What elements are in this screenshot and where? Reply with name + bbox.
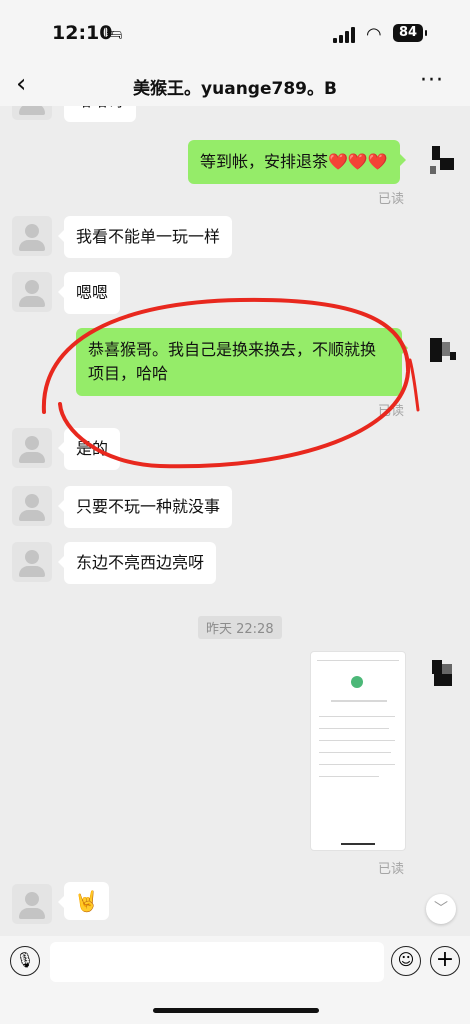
cellular-signal-icon — [333, 27, 357, 43]
read-receipt: 已读 — [378, 862, 405, 877]
more-options-icon[interactable]: ··· — [420, 68, 444, 93]
sleep-focus-icon: 🛏 — [104, 24, 124, 42]
read-receipt: 已读 — [378, 192, 405, 207]
incoming-message[interactable]: 东边不亮西边亮呀 — [57, 542, 217, 584]
user-avatar[interactable] — [428, 332, 460, 366]
contact-avatar[interactable] — [12, 272, 52, 312]
user-avatar[interactable] — [428, 142, 460, 176]
contact-avatar[interactable] — [12, 428, 52, 468]
voice-input-icon[interactable]: 🎙 — [10, 946, 40, 976]
read-receipt: 已读 — [378, 404, 405, 419]
home-indicator — [153, 1008, 319, 1013]
plus-icon[interactable]: + — [430, 946, 460, 976]
message-input[interactable] — [50, 942, 384, 982]
outgoing-message[interactable]: 恭喜猴哥。我自己是换来换去，不顺就换 项目，哈哈 — [76, 328, 408, 396]
status-bar: 12:10 🛏 ◠ 84 — [0, 0, 470, 66]
contact-avatar[interactable] — [12, 486, 52, 526]
message-line: 项目，哈哈 — [88, 364, 169, 383]
message-list[interactable]: 哈哈哥 等到帐，安排退茶❤️❤️❤️ 已读 我看不能单一玩一样 嗯嗯 恭喜猴哥。… — [0, 106, 470, 936]
emoji-icon[interactable]: ☺ — [391, 946, 421, 976]
input-bar: 🎙 ☺ + — [0, 936, 470, 1024]
incoming-message[interactable]: 是的 — [57, 428, 121, 470]
chat-title: 美猴王。yuange789。B — [133, 79, 337, 99]
contact-avatar[interactable] — [12, 542, 52, 582]
chat-header: ‹ 美猴王。yuange789。B ··· — [0, 66, 470, 106]
contact-avatar[interactable] — [12, 106, 52, 120]
incoming-message[interactable]: 我看不能单一玩一样 — [57, 216, 233, 258]
incoming-emoji-message[interactable]: 🤘 — [58, 882, 109, 920]
image-message-thumbnail[interactable] — [310, 651, 406, 851]
contact-avatar[interactable] — [12, 216, 52, 256]
message-timestamp: 昨天 22:28 — [198, 616, 282, 639]
user-avatar[interactable] — [428, 656, 460, 690]
incoming-message[interactable]: 只要不玩一种就没事 — [57, 486, 233, 528]
success-check-icon — [351, 676, 363, 688]
scroll-down-chevron-icon[interactable]: ﹀ — [426, 894, 456, 924]
contact-avatar[interactable] — [12, 884, 52, 924]
outgoing-message[interactable]: 等到帐，安排退茶❤️❤️❤️ — [188, 140, 406, 184]
wifi-icon: ◠ — [366, 24, 382, 45]
battery-indicator: 84 — [393, 24, 427, 42]
incoming-message[interactable]: 嗯嗯 — [57, 272, 121, 314]
message-line: 恭喜猴哥。我自己是换来换去，不顺就换 — [88, 340, 377, 359]
incoming-message[interactable]: 哈哈哥 — [64, 106, 137, 122]
